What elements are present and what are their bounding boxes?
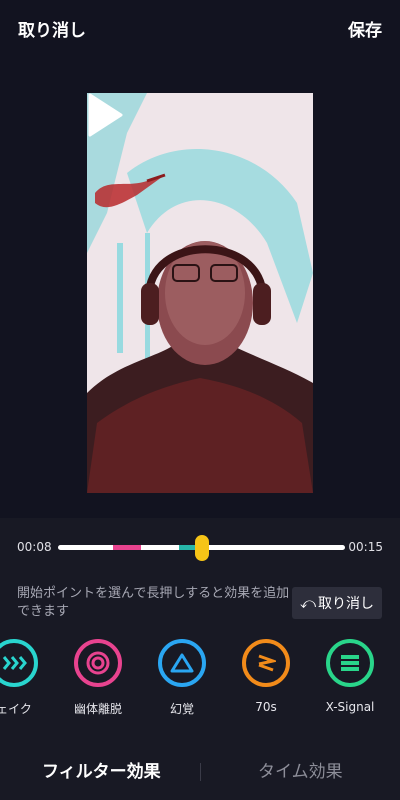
effect-70s[interactable]: 70s xyxy=(229,637,309,717)
effect-ring xyxy=(74,639,122,687)
effect-ring xyxy=(0,639,38,687)
start-time: 00:08 xyxy=(17,540,52,554)
top-bar: 取り消し 保存 xyxy=(0,0,400,54)
effect-segment-pink xyxy=(113,545,141,550)
effect-segment-teal xyxy=(179,545,195,550)
effect-x-signal[interactable]: X-Signal xyxy=(313,637,393,717)
tab-divider xyxy=(200,763,201,781)
timeline-track[interactable] xyxy=(58,535,345,561)
video-frame-image xyxy=(87,93,313,493)
effect-label: 幽体離脱 xyxy=(73,702,122,716)
tab-filter-effects[interactable]: フィルター効果 xyxy=(42,757,161,782)
tab-time-effects[interactable]: タイム効果 xyxy=(258,757,343,782)
undo-arrow-icon: ⤺ xyxy=(299,594,317,612)
play-icon[interactable] xyxy=(87,93,123,137)
effect-ring xyxy=(158,639,206,687)
effect-shake[interactable]: ェイク xyxy=(0,637,57,717)
soul-icon xyxy=(86,651,110,675)
bottom-tabs: フィルター効果 タイム効果 xyxy=(0,743,400,800)
effects-panel: 00:08 00:15 開始ポイントを選んで長押しすると効果を追加できます ⤺ … xyxy=(0,518,400,800)
instruction-text: 開始ポイントを選んで長押しすると効果を追加できます xyxy=(17,586,290,619)
undo-button[interactable]: ⤺ 取り消し xyxy=(292,587,382,619)
effect-ring xyxy=(326,639,374,687)
effect-soul[interactable]: 幽体離脱 xyxy=(61,637,141,717)
effects-list: ェイク 幽体離脱 幻覚 70s X-Signal xyxy=(0,637,400,717)
undo-button-label: 取り消し xyxy=(318,596,375,612)
end-time: 00:15 xyxy=(348,540,383,554)
shake-icon xyxy=(2,656,27,670)
effect-label: 70s xyxy=(255,700,277,714)
triangle-icon xyxy=(170,653,194,673)
timeline-handle[interactable] xyxy=(195,535,209,561)
effect-illusion[interactable]: 幻覚 xyxy=(145,637,225,717)
video-preview[interactable] xyxy=(87,93,313,493)
effect-label: ェイク xyxy=(0,702,32,716)
effect-ring xyxy=(242,639,290,687)
stack-icon xyxy=(341,655,359,671)
70s-icon xyxy=(258,654,276,672)
save-button[interactable]: 保存 xyxy=(348,16,382,41)
effect-label: X-Signal xyxy=(325,700,375,714)
undo-button-top[interactable]: 取り消し xyxy=(18,16,86,41)
effect-label: 幻覚 xyxy=(169,702,194,716)
